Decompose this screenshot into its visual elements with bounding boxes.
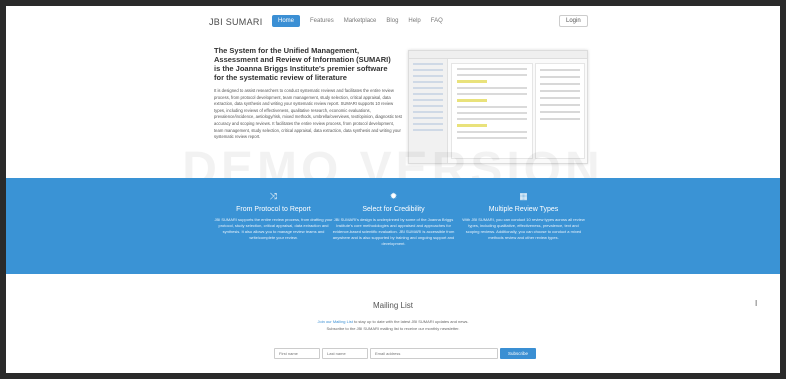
gear-icon: ✹ <box>389 191 398 201</box>
first-name-field[interactable] <box>274 348 320 359</box>
top-nav: JBI SUMARI Home Features Marketplace Blo… <box>6 6 780 40</box>
mailing-list-line2: Subscribe to the JBI SUMARI mailing list… <box>326 326 460 331</box>
feature-title: Select for Credibility <box>362 206 425 213</box>
hero-description: It is designed to assist researchers to … <box>214 88 402 140</box>
brand-logo[interactable]: JBI SUMARI <box>209 17 263 27</box>
mailing-list-link[interactable]: Join our Mailing List <box>318 319 353 324</box>
feature-credibility: ✹ Select for Credibility JBI SUMARI's de… <box>331 190 456 247</box>
subscribe-form: Subscribe <box>274 348 537 359</box>
nav-link-help[interactable]: Help <box>408 18 420 24</box>
grid-icon: ▦ <box>519 191 528 201</box>
mailing-list-line1: Join our Mailing List to stay up to date… <box>317 319 469 324</box>
features-band: ⤨ From Protocol to Report JBI SUMARI sup… <box>6 178 780 274</box>
feature-protocol: ⤨ From Protocol to Report JBI SUMARI sup… <box>211 190 336 241</box>
nav-link-features[interactable]: Features <box>310 18 334 24</box>
email-field[interactable] <box>370 348 498 359</box>
nav-link-blog[interactable]: Blog <box>386 18 398 24</box>
feature-text: JBI SUMARI's design is underpinned by so… <box>332 217 455 246</box>
nav-link-faq[interactable]: FAQ <box>431 18 443 24</box>
page: JBI SUMARI Home Features Marketplace Blo… <box>6 6 780 373</box>
nav-links: Home Features Marketplace Blog Help FAQ <box>272 15 443 27</box>
feature-text: With JBI SUMARI, you can conduct 10 revi… <box>462 217 585 240</box>
feature-review-types: ▦ Multiple Review Types With JBI SUMARI,… <box>461 190 586 241</box>
hero-title: The System for the Unified Management, A… <box>214 46 391 82</box>
text-cursor-icon: I <box>755 299 758 308</box>
last-name-field[interactable] <box>322 348 368 359</box>
nav-link-marketplace[interactable]: Marketplace <box>344 18 377 24</box>
mailing-list-title: Mailing List <box>372 301 413 310</box>
feature-title: From Protocol to Report <box>236 206 311 213</box>
feature-title: Multiple Review Types <box>488 206 559 213</box>
login-button[interactable]: Login <box>559 15 588 27</box>
shuffle-icon: ⤨ <box>269 191 278 201</box>
subscribe-button[interactable]: Subscribe <box>500 348 537 359</box>
feature-text: JBI SUMARI supports the entire review pr… <box>214 217 333 240</box>
nav-link-home[interactable]: Home <box>272 15 301 27</box>
